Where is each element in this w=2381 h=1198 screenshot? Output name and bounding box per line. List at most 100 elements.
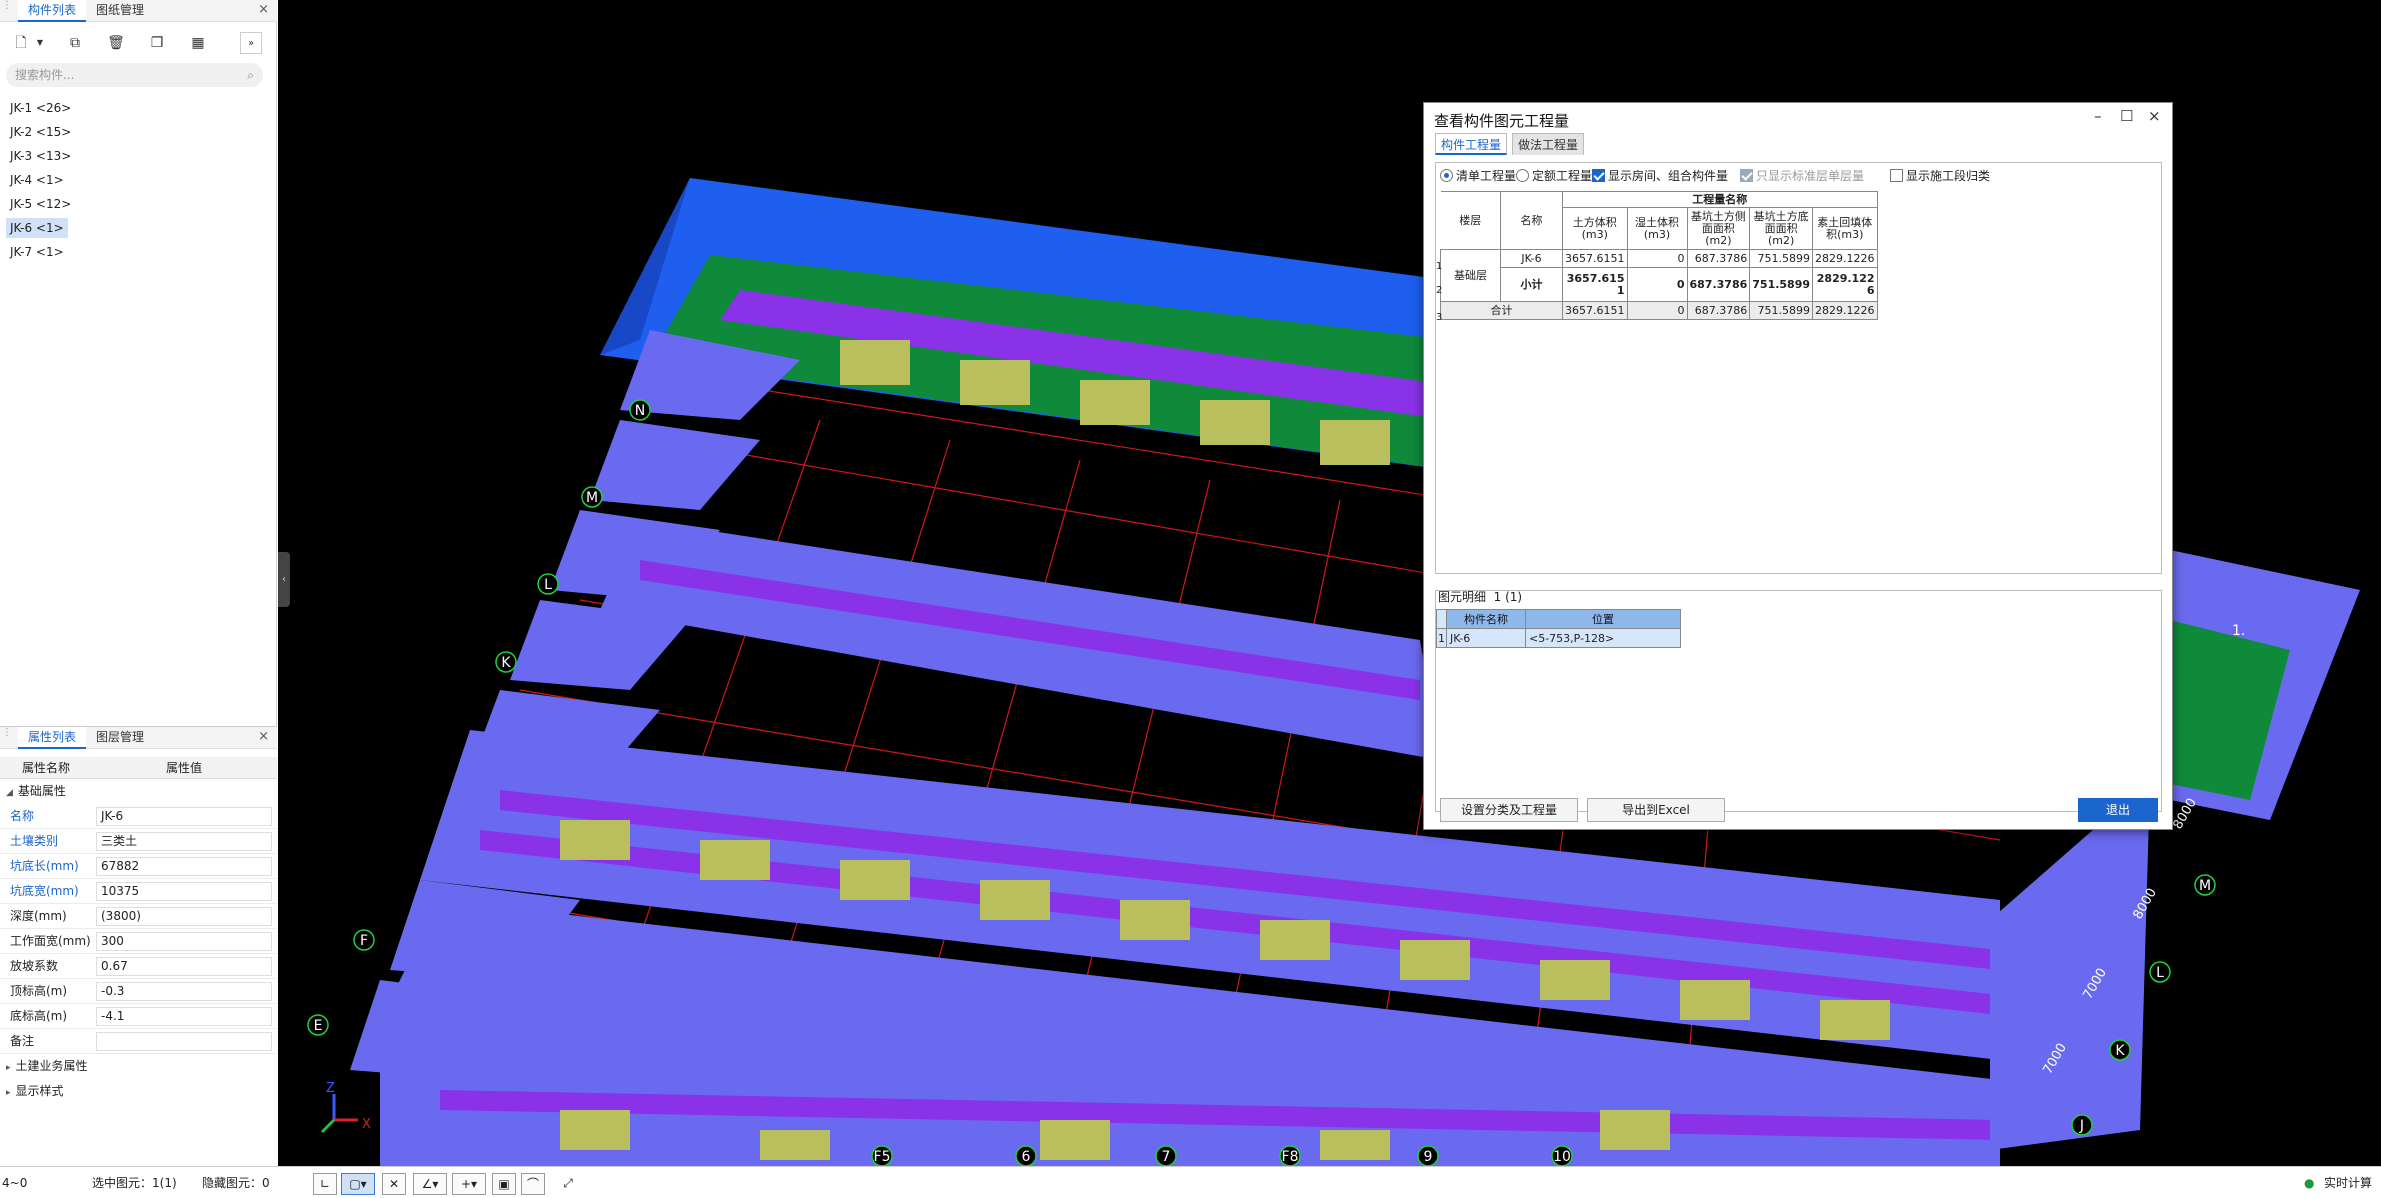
prop-value-field[interactable]: JK-6	[96, 807, 272, 826]
table-row[interactable]: 小计 3657.6151 0 687.3786 751.5899 2829.12…	[1441, 267, 1878, 302]
list-item[interactable]: JK-2 <15>	[6, 122, 75, 142]
tab-layer-management[interactable]: 图层管理	[86, 727, 154, 749]
axis-label: F8	[1282, 1149, 1299, 1165]
prop-row[interactable]: 名称 JK-6	[0, 804, 277, 829]
list-item[interactable]: JK-3 <13>	[6, 146, 75, 166]
new-component-icon[interactable]: 🗋	[10, 32, 32, 54]
pit-right-column[interactable]	[1990, 780, 2150, 1150]
list-item[interactable]: JK-5 <12>	[6, 194, 75, 214]
prop-value-field[interactable]	[96, 1032, 272, 1051]
ortho-icon[interactable]: ∟	[313, 1173, 337, 1195]
list-item[interactable]: JK-4 <1>	[6, 170, 68, 190]
cell-value: 0	[1626, 249, 1688, 268]
checkbox-icon[interactable]	[1890, 169, 1903, 182]
axis-label: 10	[1553, 1149, 1571, 1165]
expand-icon[interactable]: ▸	[6, 1088, 11, 1098]
prop-value-field[interactable]: 67882	[96, 857, 272, 876]
prop-value-field[interactable]: 10375	[96, 882, 272, 901]
maximize-icon[interactable]: ☐	[2120, 107, 2133, 125]
tab-component-quantity[interactable]: 构件工程量	[1435, 133, 1508, 155]
cell-value: 751.5899	[1749, 249, 1814, 268]
detail-row[interactable]: 1 JK-6 <5-753,P-128>	[1436, 628, 1681, 648]
list-item[interactable]: JK-6 <1>	[6, 218, 68, 238]
search-input[interactable]: 搜索构件... ⌕	[6, 63, 263, 87]
drag-grip-icon[interactable]: ⋮	[2, 728, 12, 744]
prop-row[interactable]: 底标高(m) -4.1	[0, 1004, 277, 1029]
component-tabbar: ⋮ 构件列表 图纸管理 ×	[0, 0, 277, 22]
cell-value: 2829.1226	[1812, 249, 1878, 268]
dynamic-input-icon[interactable]: ▣	[492, 1173, 516, 1195]
prop-value-field[interactable]: 0.67	[96, 957, 272, 976]
prop-value-field[interactable]: (3800)	[96, 907, 272, 926]
radio-option[interactable]: 清单工程量	[1440, 167, 1516, 185]
prop-row[interactable]: 深度(mm) (3800)	[0, 904, 277, 929]
radio-option[interactable]: 定额工程量	[1516, 167, 1592, 185]
expand-more-icon[interactable]: »	[240, 32, 262, 54]
group-civil-props[interactable]: ▸ 土建业务属性	[0, 1054, 277, 1079]
axis-label: K	[2115, 1043, 2125, 1059]
cross-select-icon[interactable]: ✕	[382, 1173, 406, 1195]
delete-icon[interactable]: 🗑	[105, 32, 127, 54]
table-row[interactable]: 合计 3657.6151 0 687.3786 751.5899 2829.12…	[1440, 301, 1878, 320]
status-realtime: 实时计算已	[2324, 1176, 2373, 1190]
svg-text:Z: Z	[326, 1081, 335, 1096]
header-prop-value: 属性值	[166, 761, 203, 775]
copy-to-floor-icon[interactable]: ❐	[146, 32, 168, 54]
prop-key: 顶标高(m)	[10, 984, 68, 998]
select-box-icon[interactable]: ▢▾	[341, 1173, 375, 1195]
prop-value-field[interactable]: -4.1	[96, 1007, 272, 1026]
tab-component-list[interactable]: 构件列表	[18, 0, 87, 22]
prop-row[interactable]: 坑底宽(mm) 10375	[0, 879, 277, 904]
collapse-icon[interactable]: ◢	[6, 788, 13, 798]
axis-label: F5	[874, 1149, 891, 1165]
tab-property-list[interactable]: 属性列表	[18, 727, 87, 749]
axis-label: K	[501, 655, 511, 671]
export-excel-button[interactable]: 导出到Excel	[1587, 798, 1725, 822]
arc-icon[interactable]: ⌒	[521, 1173, 545, 1195]
status-hidden: 隐藏图元：0	[202, 1176, 270, 1190]
corner-label: 1.	[2232, 623, 2245, 639]
group-display-label: 显示样式	[15, 1084, 64, 1098]
snap-icon[interactable]: +▾	[452, 1173, 486, 1195]
close-icon[interactable]: ×	[2148, 107, 2161, 125]
expand-icon[interactable]: ▸	[6, 1063, 11, 1073]
tab-method-quantity[interactable]: 做法工程量	[1512, 133, 1585, 155]
set-classification-button[interactable]: 设置分类及工程量	[1440, 798, 1578, 822]
svg-text:X: X	[362, 1117, 371, 1132]
props-header: 属性名称 属性值	[0, 757, 277, 779]
prop-row[interactable]: 坑底长(mm) 67882	[0, 854, 277, 879]
list-item[interactable]: JK-7 <1>	[6, 242, 68, 262]
radio-icon[interactable]	[1516, 169, 1529, 182]
close-icon[interactable]: ×	[258, 729, 269, 744]
tab-drawing-management[interactable]: 图纸管理	[86, 0, 154, 22]
prop-value-field[interactable]: 300	[96, 932, 272, 951]
fullscreen-icon[interactable]: ⤢	[556, 1173, 580, 1195]
group-basic-props[interactable]: ◢ 基础属性	[0, 779, 277, 804]
drag-grip-icon[interactable]: ⋮	[2, 1, 12, 17]
minimize-icon[interactable]: –	[2094, 107, 2102, 125]
filter-icon[interactable]: ▦	[187, 32, 209, 54]
radio-icon[interactable]	[1440, 169, 1453, 182]
cell-name: 合计	[1440, 301, 1563, 320]
checkbox-icon[interactable]	[1592, 169, 1605, 182]
checkbox-option[interactable]: 显示施工段归类	[1890, 167, 1990, 185]
prop-row[interactable]: 顶标高(m) -0.3	[0, 979, 277, 1004]
prop-value-field[interactable]: -0.3	[96, 982, 272, 1001]
table-row[interactable]: 基础层 JK-6 3657.6151 0 687.3786 751.5899 2…	[1440, 249, 1878, 302]
prop-row[interactable]: 工作面宽(mm) 300	[0, 929, 277, 954]
checkbox-option[interactable]: 显示房间、组合构件量	[1592, 167, 1728, 185]
list-item[interactable]: JK-1 <26>	[6, 98, 75, 118]
search-icon[interactable]: ⌕	[247, 63, 254, 87]
exit-button[interactable]: 退出	[2078, 798, 2158, 822]
prop-row[interactable]: 土壤类别 三类土	[0, 829, 277, 854]
angle-icon[interactable]: ∠▾	[413, 1173, 447, 1195]
chevron-down-icon[interactable]: ▼	[34, 32, 46, 54]
close-icon[interactable]: ×	[258, 2, 269, 17]
prop-value-field[interactable]: 三类土	[96, 832, 272, 851]
group-display-style[interactable]: ▸ 显示样式	[0, 1079, 277, 1104]
prop-row[interactable]: 放坡系数 0.67	[0, 954, 277, 979]
cell-value: 2829.1226	[1812, 301, 1878, 320]
collapse-panel-handle[interactable]: ‹	[278, 552, 290, 607]
prop-row[interactable]: 备注	[0, 1029, 277, 1054]
copy-icon[interactable]: ⧉	[64, 32, 86, 54]
